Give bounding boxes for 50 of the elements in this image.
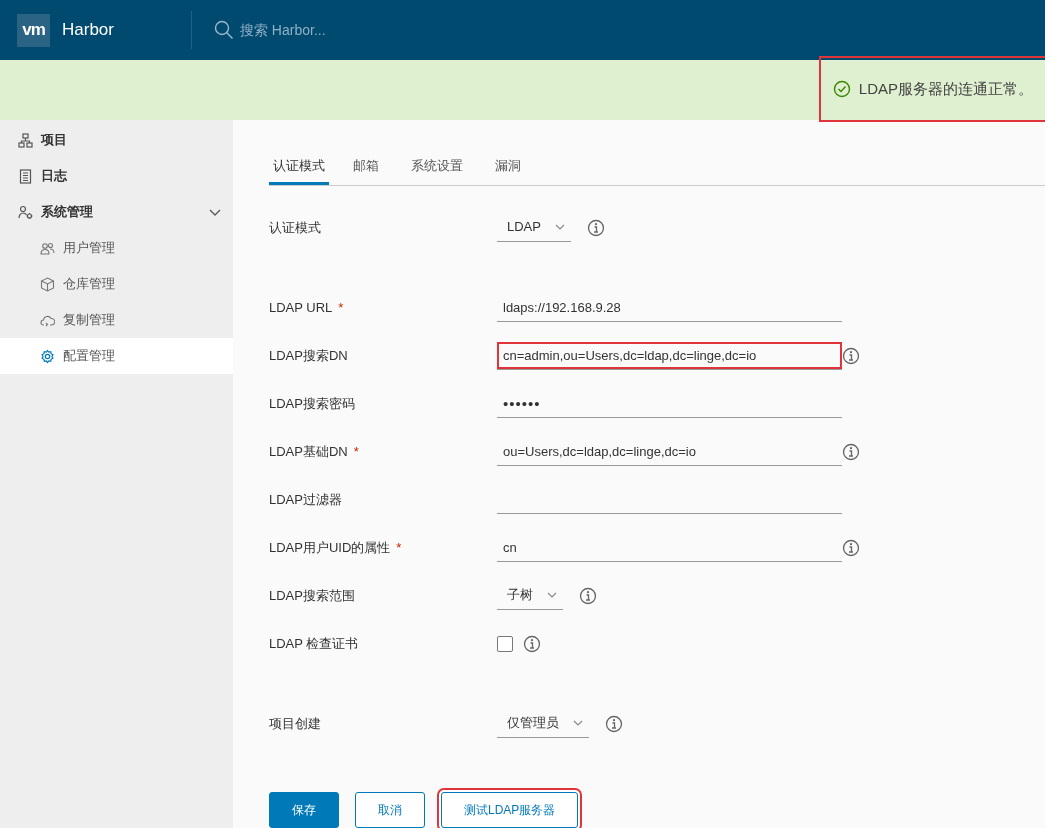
sidebar-item[interactable]: 日志 bbox=[0, 158, 233, 194]
field-label: 项目创建 bbox=[269, 715, 321, 731]
chevron-down-icon bbox=[554, 222, 565, 232]
input-field[interactable]: cn=admin,ou=Users,dc=ldap,dc=linge,dc=io bbox=[497, 341, 842, 370]
field-label: LDAP搜索范围 bbox=[269, 587, 355, 603]
user-gear-icon bbox=[18, 204, 33, 220]
cube-icon bbox=[40, 276, 55, 292]
field-label: LDAP URL bbox=[269, 299, 333, 315]
logo: vm bbox=[17, 13, 50, 47]
checkbox[interactable] bbox=[497, 635, 513, 652]
field-label: LDAP基础DN bbox=[269, 443, 348, 459]
users-icon bbox=[40, 240, 55, 256]
required-asterisk: * bbox=[338, 299, 344, 315]
input-field[interactable]: ldaps://192.168.9.28 bbox=[497, 293, 842, 322]
button[interactable]: 保存 bbox=[269, 791, 339, 828]
field-label: LDAP 检查证书 bbox=[269, 635, 359, 651]
input-field[interactable]: ou=Users,dc=ldap,dc=linge,dc=io bbox=[497, 437, 842, 466]
dropdown[interactable]: 子树 bbox=[497, 581, 563, 610]
input-field[interactable]: cn bbox=[497, 533, 842, 562]
required-asterisk: * bbox=[353, 443, 359, 459]
check-circle-icon bbox=[832, 80, 851, 98]
dropdown[interactable]: 仅管理员 bbox=[497, 709, 589, 738]
tab[interactable]: 漏洞 bbox=[495, 150, 521, 185]
search-icon bbox=[213, 20, 234, 40]
button[interactable]: 取消 bbox=[355, 791, 425, 828]
tab[interactable]: 认证模式 bbox=[269, 150, 329, 185]
sidebar-item[interactable]: 用户管理 bbox=[0, 230, 233, 266]
tab[interactable]: 邮箱 bbox=[353, 150, 379, 185]
app-title: Harbor bbox=[62, 19, 114, 42]
input-field[interactable]: •••••• bbox=[497, 389, 842, 418]
field-label: LDAP过滤器 bbox=[269, 491, 342, 507]
sidebar-item[interactable]: 复制管理 bbox=[0, 302, 233, 338]
hierarchy-icon bbox=[18, 132, 33, 148]
field-label: LDAP用户UID的属性 bbox=[269, 539, 391, 555]
field-label: LDAP搜索DN bbox=[269, 347, 348, 363]
document-icon bbox=[18, 168, 33, 184]
required-asterisk: * bbox=[396, 539, 402, 555]
tab[interactable]: 系统设置 bbox=[411, 150, 463, 185]
chevron-down-icon bbox=[547, 590, 557, 600]
chevron-down-icon bbox=[573, 718, 583, 728]
dropdown[interactable]: LDAP bbox=[497, 213, 571, 242]
sidebar-item[interactable]: 系统管理 bbox=[0, 194, 233, 230]
field-label: LDAP搜索密码 bbox=[269, 395, 355, 411]
search-field[interactable]: 搜索 Harbor... bbox=[237, 18, 438, 42]
gear-icon bbox=[40, 348, 55, 364]
sidebar-item[interactable]: 仓库管理 bbox=[0, 266, 233, 302]
sidebar-item[interactable]: 项目 bbox=[0, 122, 233, 158]
alert-message: LDAP服务器的连通正常。 bbox=[858, 78, 1033, 99]
sidebar-item[interactable]: 配置管理 bbox=[0, 338, 233, 374]
field-label: 认证模式 bbox=[269, 219, 321, 235]
